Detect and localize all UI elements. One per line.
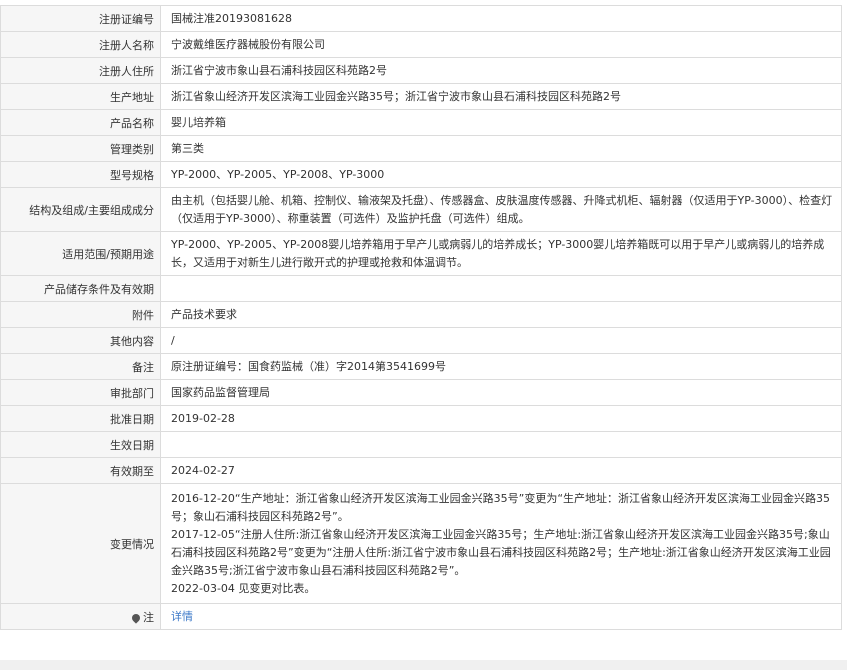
row-product-name: 产品名称 婴儿培养箱	[0, 109, 842, 136]
note-label-cell: 注	[0, 603, 161, 630]
change-entry: 2022-03-04 见变更对比表。	[171, 581, 316, 595]
row-approval-date: 批准日期 2019-02-28	[0, 405, 842, 432]
field-label: 附件	[0, 301, 161, 328]
row-management-category: 管理类别 第三类	[0, 135, 842, 162]
field-value: 原注册证编号：国食药监械（准）字2014第3541699号	[160, 353, 842, 380]
field-label: 结构及组成/主要组成成分	[0, 187, 161, 232]
field-value: 浙江省象山经济开发区滨海工业园金兴路35号；浙江省宁波市象山县石浦科技园区科苑路…	[160, 83, 842, 110]
note-value-cell: 详情	[160, 603, 842, 630]
field-value: 婴儿培养箱	[160, 109, 842, 136]
field-label: 适用范围/预期用途	[0, 231, 161, 276]
bottom-divider	[0, 660, 847, 670]
row-attachment: 附件 产品技术要求	[0, 301, 842, 328]
field-value: 国家药品监督管理局	[160, 379, 842, 406]
map-pin-icon	[130, 611, 142, 624]
row-production-address: 生产地址 浙江省象山经济开发区滨海工业园金兴路35号；浙江省宁波市象山县石浦科技…	[0, 83, 842, 110]
row-remarks: 备注 原注册证编号：国食药监械（准）字2014第3541699号	[0, 353, 842, 380]
row-effective-date: 生效日期	[0, 431, 842, 458]
row-intended-use: 适用范围/预期用途 YP-2000、YP-2005、YP-2008婴儿培养箱用于…	[0, 231, 842, 276]
field-label: 生效日期	[0, 431, 161, 458]
field-value: 国械注准20193081628	[160, 5, 842, 32]
field-label: 型号规格	[0, 161, 161, 188]
details-link[interactable]: 详情	[171, 610, 193, 623]
change-entry: 2017-12-05“注册人住所:浙江省象山经济开发区滨海工业园金兴路35号；生…	[171, 527, 831, 577]
change-entry: 2016-12-20“生产地址：浙江省象山经济开发区滨海工业园金兴路35号”变更…	[171, 491, 831, 523]
row-approval-department: 审批部门 国家药品监督管理局	[0, 379, 842, 406]
field-label: 注册证编号	[0, 5, 161, 32]
row-model-spec: 型号规格 YP-2000、YP-2005、YP-2008、YP-3000	[0, 161, 842, 188]
field-label: 注册人住所	[0, 57, 161, 84]
row-change-history: 变更情况 2016-12-20“生产地址：浙江省象山经济开发区滨海工业园金兴路3…	[0, 483, 842, 604]
field-value	[160, 431, 842, 458]
row-registrant-name: 注册人名称 宁波戴维医疗器械股份有限公司	[0, 31, 842, 58]
field-label: 有效期至	[0, 457, 161, 484]
field-value: YP-2000、YP-2005、YP-2008、YP-3000	[160, 161, 842, 188]
row-registrant-address: 注册人住所 浙江省宁波市象山县石浦科技园区科苑路2号	[0, 57, 842, 84]
field-label: 变更情况	[0, 483, 161, 604]
registration-detail-panel: 注册证编号 国械注准20193081628 注册人名称 宁波戴维医疗器械股份有限…	[0, 5, 842, 630]
field-value: /	[160, 327, 842, 354]
row-storage-validity: 产品储存条件及有效期	[0, 275, 842, 302]
field-label: 审批部门	[0, 379, 161, 406]
row-structure-composition: 结构及组成/主要组成成分 由主机（包括婴儿舱、机箱、控制仪、输液架及托盘）、传感…	[0, 187, 842, 232]
row-other-content: 其他内容 /	[0, 327, 842, 354]
note-label: 注	[143, 610, 154, 624]
field-value: 2019-02-28	[160, 405, 842, 432]
field-value: 第三类	[160, 135, 842, 162]
field-label: 管理类别	[0, 135, 161, 162]
field-value	[160, 275, 842, 302]
field-value: 浙江省宁波市象山县石浦科技园区科苑路2号	[160, 57, 842, 84]
field-label: 生产地址	[0, 83, 161, 110]
field-value: 产品技术要求	[160, 301, 842, 328]
field-label: 产品名称	[0, 109, 161, 136]
field-value: 由主机（包括婴儿舱、机箱、控制仪、输液架及托盘）、传感器盒、皮肤温度传感器、升降…	[160, 187, 842, 232]
field-label: 备注	[0, 353, 161, 380]
field-value: 宁波戴维医疗器械股份有限公司	[160, 31, 842, 58]
row-note: 注 详情	[0, 603, 842, 630]
row-valid-until: 有效期至 2024-02-27	[0, 457, 842, 484]
row-registration-number: 注册证编号 国械注准20193081628	[0, 5, 842, 32]
field-label: 批准日期	[0, 405, 161, 432]
field-value: 2024-02-27	[160, 457, 842, 484]
field-label: 其他内容	[0, 327, 161, 354]
change-history-list: 2016-12-20“生产地址：浙江省象山经济开发区滨海工业园金兴路35号”变更…	[160, 483, 842, 604]
field-value: YP-2000、YP-2005、YP-2008婴儿培养箱用于早产儿或病弱儿的培养…	[160, 231, 842, 276]
field-label: 产品储存条件及有效期	[0, 275, 161, 302]
field-label: 注册人名称	[0, 31, 161, 58]
registration-detail-table: 注册证编号 国械注准20193081628 注册人名称 宁波戴维医疗器械股份有限…	[0, 5, 842, 630]
